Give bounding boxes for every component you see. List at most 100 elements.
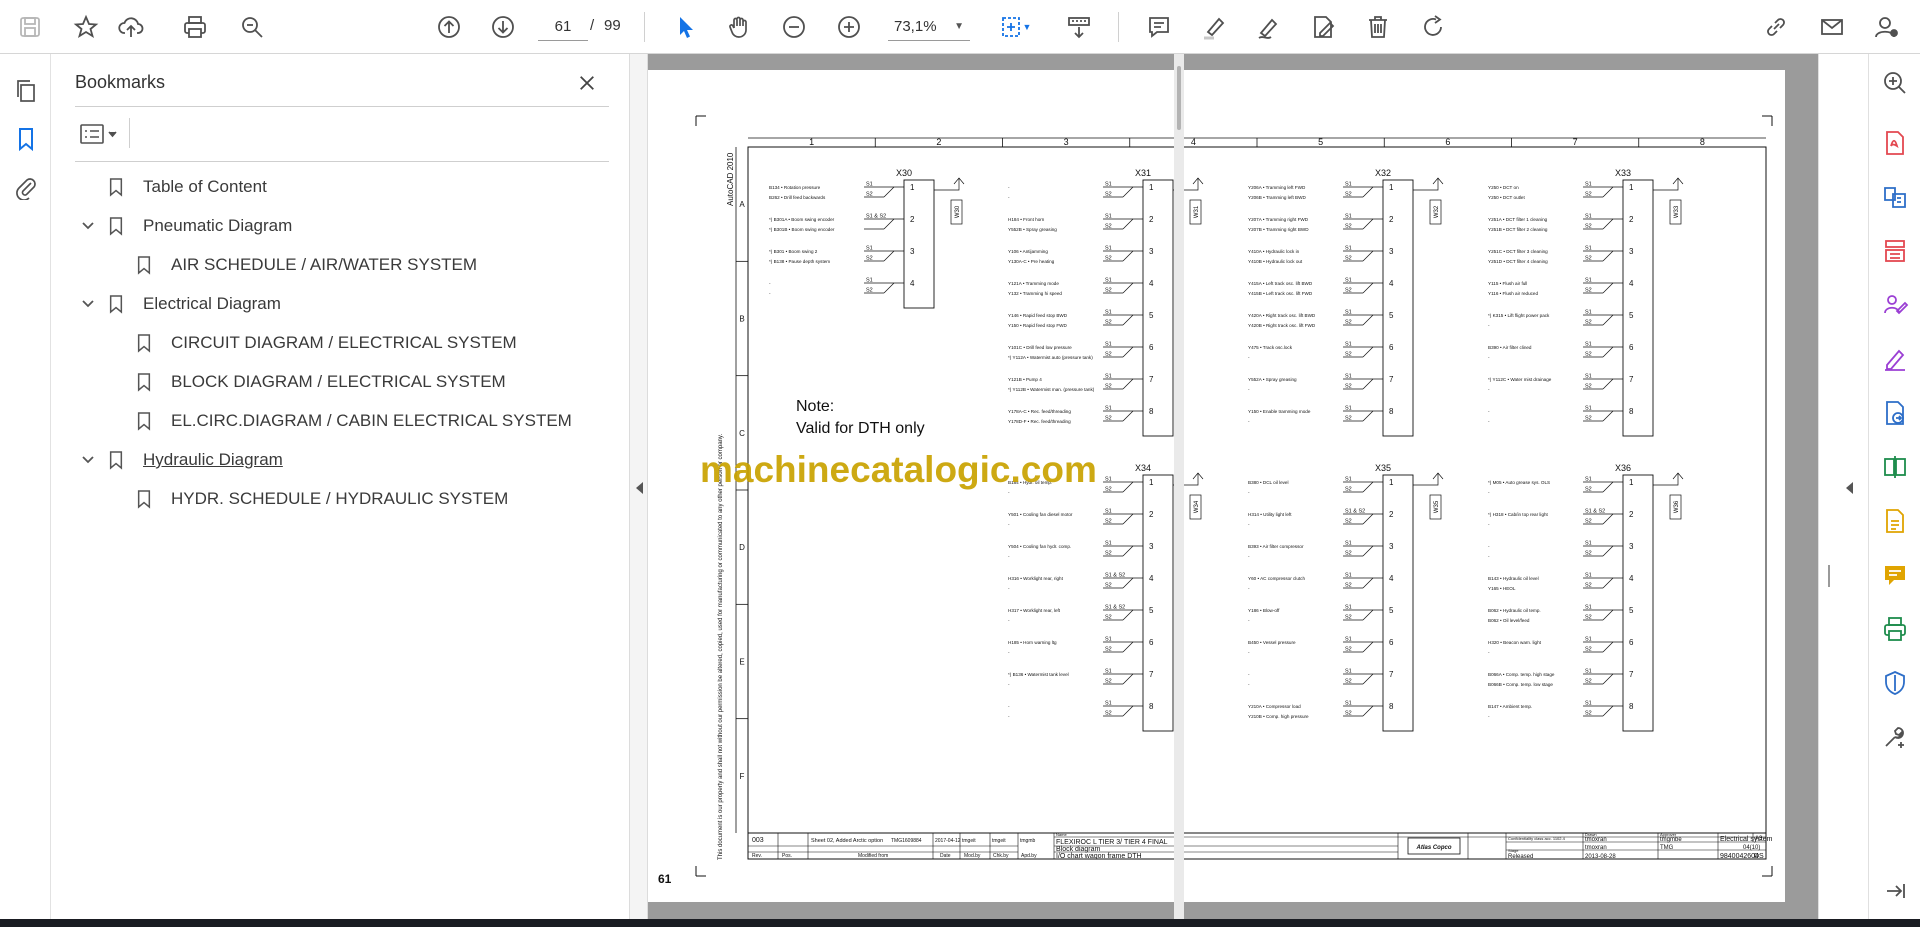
chevron-down-icon[interactable] bbox=[79, 295, 97, 313]
delete-icon[interactable] bbox=[1360, 9, 1396, 45]
watermark-text: machinecatalogic.com bbox=[700, 449, 1097, 490]
pin-wire bbox=[1122, 346, 1134, 358]
upload-cloud-icon[interactable] bbox=[113, 9, 149, 45]
connector-x32: X32 W32 1 2 3 4 5 6 7 8 S1 Y206A • Tramming left FW… bbox=[1248, 168, 1444, 437]
bookmark-item-block-diagram[interactable]: BLOCK DIAGRAM / ELECTRICAL SYSTEM bbox=[135, 367, 506, 397]
hand-tool-icon[interactable] bbox=[721, 9, 757, 45]
signal-code: S1 bbox=[1105, 406, 1112, 412]
account-icon[interactable] bbox=[1868, 9, 1904, 45]
bookmark-options-button[interactable] bbox=[75, 118, 123, 150]
scrollbar-thumb[interactable] bbox=[1177, 66, 1181, 130]
zoom-tool-icon[interactable] bbox=[1878, 66, 1912, 100]
redo-icon[interactable] bbox=[1415, 9, 1451, 45]
edit-document-icon[interactable] bbox=[1305, 9, 1341, 45]
create-pdf-icon[interactable] bbox=[1878, 180, 1912, 214]
comment-tool-icon[interactable] bbox=[1878, 558, 1912, 592]
bookmark-icon bbox=[107, 176, 125, 198]
signal-code: S1 bbox=[1105, 246, 1112, 252]
page-number-input[interactable] bbox=[538, 13, 588, 41]
previous-page-icon[interactable] bbox=[431, 9, 467, 45]
protect-icon[interactable] bbox=[1878, 666, 1912, 700]
next-page-icon[interactable] bbox=[485, 9, 521, 45]
document-language: DS bbox=[1754, 853, 1764, 860]
bookmark-item-hydraulic-diagram[interactable]: Hydraulic Diagram bbox=[79, 445, 283, 475]
find-text-icon[interactable] bbox=[234, 9, 270, 45]
signal-description: - bbox=[1008, 554, 1010, 559]
bookmark-icon[interactable] bbox=[9, 122, 43, 156]
pin-number: 2 bbox=[1629, 215, 1634, 224]
signal-code: S1 & S2 bbox=[1105, 605, 1125, 611]
document-scrollbar[interactable] bbox=[1174, 54, 1184, 919]
signal-description: - bbox=[1488, 544, 1490, 549]
column-number: 1 bbox=[809, 137, 814, 147]
edit-pdf-icon[interactable] bbox=[1878, 504, 1912, 538]
convert-icon[interactable] bbox=[1878, 396, 1912, 430]
star-icon[interactable] bbox=[68, 9, 104, 45]
bookmark-icon bbox=[135, 254, 153, 276]
request-signature-icon[interactable] bbox=[1878, 288, 1912, 322]
share-link-icon[interactable] bbox=[1758, 9, 1794, 45]
email-icon[interactable] bbox=[1814, 9, 1850, 45]
fill-sign-icon[interactable] bbox=[1878, 342, 1912, 376]
expand-panel-icon[interactable] bbox=[1878, 874, 1912, 908]
zoom-select[interactable]: 73,1% ▼ bbox=[888, 13, 970, 41]
pin-number: 7 bbox=[1149, 670, 1154, 679]
bookmark-item-pneumatic-diagram[interactable]: Pneumatic Diagram bbox=[79, 211, 292, 241]
collapse-right-icon[interactable] bbox=[1843, 480, 1855, 496]
pin-wire bbox=[1122, 282, 1134, 294]
signal-code: S1 bbox=[866, 182, 873, 188]
pin-number: 5 bbox=[1629, 606, 1634, 615]
signal-code: S2 bbox=[1585, 288, 1592, 294]
comment-icon[interactable] bbox=[1141, 9, 1177, 45]
bookmark-item-table-of-content[interactable]: Table of Content bbox=[79, 172, 267, 202]
page-thumbnails-icon[interactable] bbox=[9, 74, 43, 108]
close-icon[interactable] bbox=[572, 68, 602, 98]
bookmark-item-electrical-diagram[interactable]: Electrical Diagram bbox=[79, 289, 281, 319]
chevron-down-icon[interactable] bbox=[79, 217, 97, 235]
print-production-icon[interactable] bbox=[1878, 612, 1912, 646]
signal-code: S2 bbox=[1585, 583, 1592, 589]
sheet-code: Electrical system bbox=[1720, 836, 1773, 843]
draw-pen-icon[interactable] bbox=[1251, 9, 1287, 45]
document-viewport[interactable]: 1 2 3 4 5 6 7 8 A B C D E F AutoCAD 2010 X30 W30 1 2 3 4 S… bbox=[648, 54, 1818, 919]
signal-description: *) K315 • Lift flight power pack bbox=[1488, 313, 1550, 318]
pin-wire bbox=[1602, 609, 1614, 621]
signal-code: S1 bbox=[1105, 310, 1112, 316]
rev-appd: tmgmb bbox=[1020, 838, 1036, 844]
zoom-in-icon[interactable] bbox=[831, 9, 867, 45]
signal-code: S2 bbox=[1105, 192, 1112, 198]
save-icon[interactable] bbox=[12, 9, 48, 45]
organize-pages-icon[interactable] bbox=[1878, 234, 1912, 268]
signal-code: S2 bbox=[1585, 192, 1592, 198]
signal-code: S2 bbox=[1585, 487, 1592, 493]
signal-description: - bbox=[1248, 586, 1250, 591]
collapse-left-icon[interactable] bbox=[633, 480, 645, 496]
bookmark-label: CIRCUIT DIAGRAM / ELECTRICAL SYSTEM bbox=[171, 333, 517, 352]
export-pdf-icon[interactable] bbox=[1878, 126, 1912, 160]
column-number: 2 bbox=[936, 137, 941, 147]
zoom-out-icon[interactable] bbox=[776, 9, 812, 45]
select-cursor-icon[interactable] bbox=[667, 9, 703, 45]
bookmark-label: Hydraulic Diagram bbox=[143, 450, 283, 469]
fit-chevron-icon[interactable]: ▼ bbox=[1018, 9, 1036, 45]
toolbar-divider bbox=[1118, 12, 1119, 42]
attachment-icon[interactable] bbox=[9, 170, 43, 204]
bookmark-item-hydr-schedule[interactable]: HYDR. SCHEDULE / HYDRAULIC SYSTEM bbox=[135, 484, 508, 514]
bookmark-icon bbox=[107, 293, 125, 315]
cable-tag-label: W30 bbox=[955, 205, 961, 218]
bookmark-item-cabin-electrical[interactable]: EL.CIRC.DIAGRAM / CABIN ELECTRICAL SYSTE… bbox=[135, 406, 572, 436]
column-number: 3 bbox=[1064, 137, 1069, 147]
bookmark-item-circuit-diagram[interactable]: CIRCUIT DIAGRAM / ELECTRICAL SYSTEM bbox=[135, 328, 517, 358]
pin-wire bbox=[1602, 705, 1614, 717]
highlight-pen-icon[interactable] bbox=[1196, 9, 1232, 45]
scroll-mode-icon[interactable] bbox=[1061, 9, 1097, 45]
more-tools-icon[interactable] bbox=[1878, 720, 1912, 754]
signal-code: S2 bbox=[1105, 551, 1112, 557]
connector-name: X31 bbox=[1135, 168, 1151, 178]
resize-grip[interactable] bbox=[1828, 565, 1830, 587]
bookmark-item-air-schedule[interactable]: AIR SCHEDULE / AIR/WATER SYSTEM bbox=[135, 250, 477, 280]
chevron-down-icon[interactable] bbox=[79, 451, 97, 469]
print-icon[interactable] bbox=[177, 9, 213, 45]
signal-description: - bbox=[1248, 554, 1250, 559]
compare-files-icon[interactable] bbox=[1878, 450, 1912, 484]
